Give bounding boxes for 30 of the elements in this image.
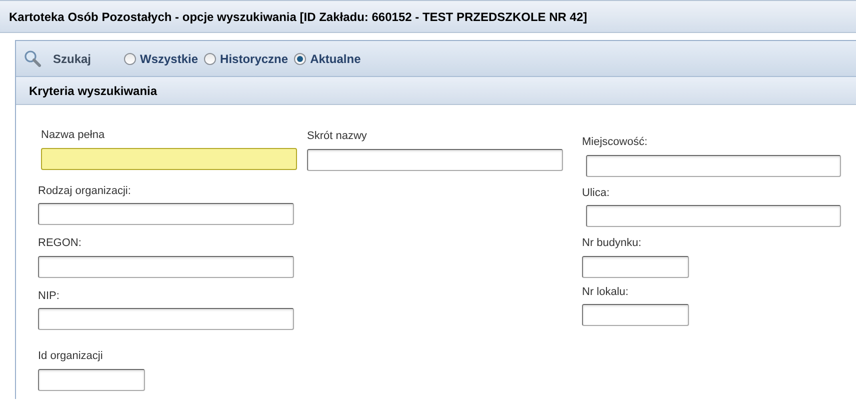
input-field[interactable] xyxy=(307,148,563,170)
input-field[interactable] xyxy=(586,205,841,227)
input-field[interactable] xyxy=(41,148,297,170)
radio-button[interactable] xyxy=(124,52,136,64)
radio-button[interactable] xyxy=(204,52,216,64)
section-title: Kryteria wyszukiwania xyxy=(29,82,158,100)
field-label: Nr lokalu: xyxy=(582,284,628,300)
input-field[interactable] xyxy=(586,154,841,176)
field-label: Nr budynku: xyxy=(582,236,642,251)
input-field[interactable] xyxy=(38,308,294,330)
window-title: Kartoteka Osób Pozostałych - opcje wyszukiwania [ID Zakładu: 660152 - TEST PRZEDSZKOLE NR 42] xyxy=(9,8,588,26)
field-label: Skrót nazwy xyxy=(307,129,367,144)
search-label: Szukaj xyxy=(53,50,92,68)
input-field[interactable] xyxy=(38,203,294,225)
radio-button[interactable] xyxy=(294,52,306,64)
field-label: REGON: xyxy=(38,236,82,251)
field-label: Id organizacji xyxy=(38,349,103,364)
field-label: Rodzaj organizacji: xyxy=(38,184,131,198)
input-field[interactable] xyxy=(38,256,294,278)
field-label: Miejscowość: xyxy=(582,135,648,150)
field-label: NIP: xyxy=(38,288,60,304)
field-label: Ulica: xyxy=(582,186,610,200)
input-field[interactable] xyxy=(582,256,689,278)
search-icon[interactable] xyxy=(24,50,41,67)
input-field[interactable] xyxy=(38,368,145,390)
radio-label[interactable]: Wszystkie xyxy=(140,50,198,68)
input-field[interactable] xyxy=(582,304,689,326)
field-label: Nazwa pełna xyxy=(41,128,105,143)
radio-label[interactable]: Historyczne xyxy=(220,50,288,68)
radio-label[interactable]: Aktualne xyxy=(310,50,361,68)
